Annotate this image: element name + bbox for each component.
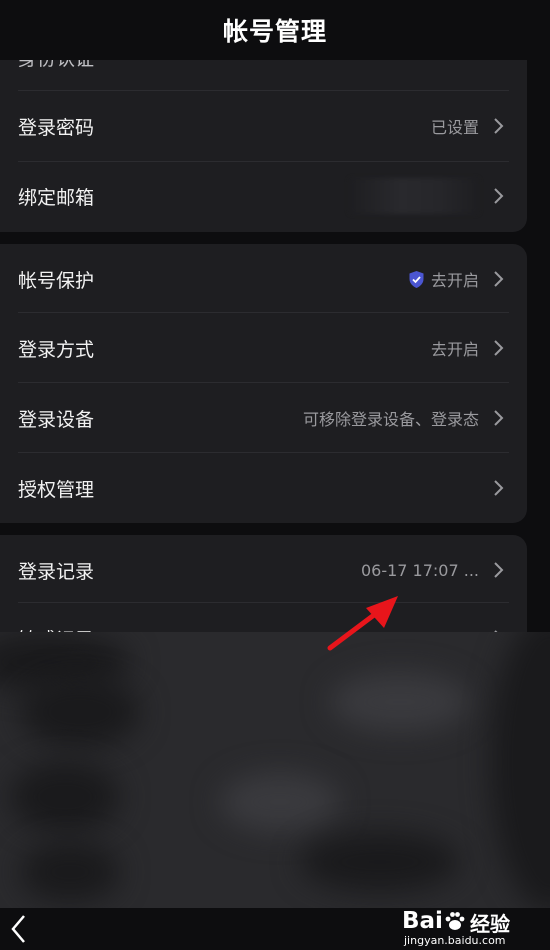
chevron-right-icon xyxy=(494,480,504,496)
row-login-method[interactable]: 登录方式 去开启 xyxy=(0,313,527,383)
blur-blob xyxy=(330,672,470,732)
row-bind-email[interactable]: 绑定邮箱 xyxy=(0,161,527,231)
email-value-redacted xyxy=(349,178,479,214)
row-label: 登录设备 xyxy=(18,408,95,431)
row-value: 去开启 xyxy=(430,340,479,359)
chevron-right-icon xyxy=(494,118,504,134)
watermark-suffix: 经验 xyxy=(470,912,510,936)
red-arrow-annotation xyxy=(327,596,398,651)
row-value: 可移除登录设备、登录态 xyxy=(302,410,479,429)
page-title: 帐号管理 xyxy=(222,17,327,46)
row-login-records[interactable]: 登录记录 06-17 17:07 ... xyxy=(0,535,527,605)
app-header: 帐号管理 xyxy=(0,0,550,60)
shield-check-icon xyxy=(409,270,424,288)
blur-blob xyxy=(20,842,120,902)
row-label: 绑定邮箱 xyxy=(18,186,95,209)
blurred-redaction xyxy=(0,632,550,908)
row-value: 已设置 xyxy=(430,118,479,137)
chevron-right-icon xyxy=(494,410,504,426)
row-label: 登录方式 xyxy=(18,338,95,361)
row-account-protection[interactable]: 帐号保护 去开启 xyxy=(0,244,527,314)
blur-blob xyxy=(490,632,550,908)
row-authorization-management[interactable]: 授权管理 xyxy=(0,453,527,523)
row-login-password[interactable]: 登录密码 已设置 xyxy=(0,91,527,161)
chevron-right-icon xyxy=(494,562,504,578)
blur-blob xyxy=(10,762,120,832)
row-value: 06-17 17:07 ... xyxy=(360,560,479,580)
baidu-jingyan-watermark: Bai 经验 jingyan.baidu.com xyxy=(402,908,542,950)
protection-card: 帐号保护 去开启 登录方式 去开启 登录设备 可移除登录设备、登录态 授权管理 xyxy=(0,244,527,523)
chevron-right-icon xyxy=(494,271,504,287)
row-label: 授权管理 xyxy=(18,478,95,501)
row-label: 帐号保护 xyxy=(18,269,95,292)
watermark-url: jingyan.baidu.com xyxy=(404,934,506,947)
blur-blob xyxy=(20,677,140,747)
chevron-right-icon xyxy=(494,340,504,356)
watermark-brand: Bai xyxy=(402,908,443,934)
bottom-bar: Bai 经验 jingyan.baidu.com xyxy=(0,908,550,950)
row-value: 去开启 xyxy=(430,271,479,290)
blur-blob xyxy=(300,832,460,892)
chevron-right-icon xyxy=(494,188,504,204)
security-card: 身份认证 登录密码 已设置 绑定邮箱 xyxy=(0,30,527,232)
paw-icon xyxy=(445,912,465,930)
row-login-devices[interactable]: 登录设备 可移除登录设备、登录态 xyxy=(0,383,527,453)
back-arrow-icon[interactable] xyxy=(8,912,30,946)
blur-blob xyxy=(220,772,340,832)
row-label: 登录记录 xyxy=(18,560,95,583)
row-label: 登录密码 xyxy=(18,116,95,139)
